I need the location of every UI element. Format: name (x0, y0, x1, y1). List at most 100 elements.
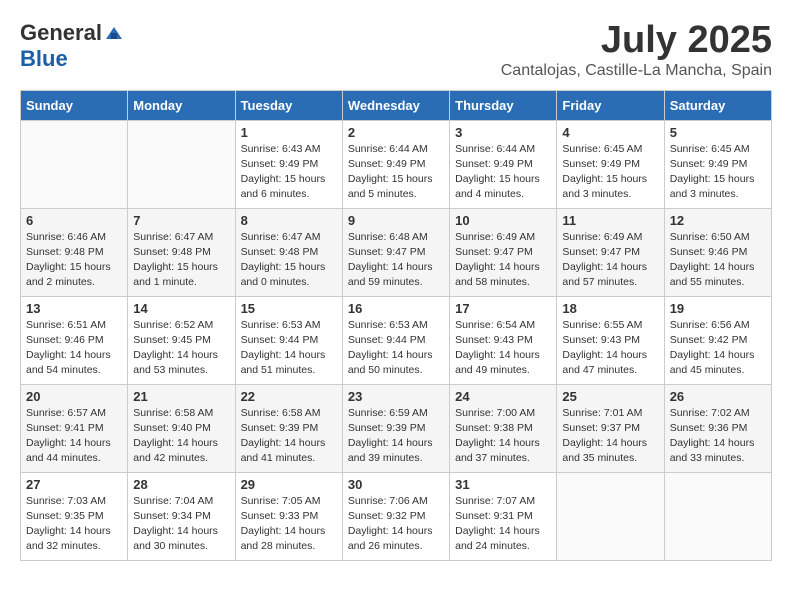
day-info: Sunrise: 6:53 AM Sunset: 9:44 PM Dayligh… (348, 318, 444, 379)
day-info: Sunrise: 7:01 AM Sunset: 9:37 PM Dayligh… (562, 406, 658, 467)
day-number: 5 (670, 125, 766, 140)
day-number: 22 (241, 389, 337, 404)
week-row-3: 13 Sunrise: 6:51 AM Sunset: 9:46 PM Dayli… (21, 296, 772, 384)
day-info: Sunrise: 6:50 AM Sunset: 9:46 PM Dayligh… (670, 230, 766, 291)
day-number: 26 (670, 389, 766, 404)
day-cell: 11 Sunrise: 6:49 AM Sunset: 9:47 PM Dayli… (557, 208, 664, 296)
day-cell: 23 Sunrise: 6:59 AM Sunset: 9:39 PM Dayli… (342, 384, 449, 472)
header-friday: Friday (557, 90, 664, 120)
logo-general: General (20, 20, 102, 46)
day-info: Sunrise: 6:45 AM Sunset: 9:49 PM Dayligh… (562, 142, 658, 203)
day-cell: 6Sunrise: 6:46 AM Sunset: 9:48 PM Daylig… (21, 208, 128, 296)
day-number: 7 (133, 213, 229, 228)
title-block: July 2025 Cantalojas, Castille-La Mancha… (501, 20, 772, 80)
day-number: 18 (562, 301, 658, 316)
day-cell: 29Sunrise: 7:05 AM Sunset: 9:33 PM Dayli… (235, 472, 342, 560)
day-number: 10 (455, 213, 551, 228)
day-cell (21, 120, 128, 208)
day-number: 30 (348, 477, 444, 492)
page-header: General Blue July 2025 Cantalojas, Casti… (20, 20, 772, 80)
day-number: 9 (348, 213, 444, 228)
day-number: 13 (26, 301, 122, 316)
day-info: Sunrise: 6:55 AM Sunset: 9:43 PM Dayligh… (562, 318, 658, 379)
day-info: Sunrise: 6:48 AM Sunset: 9:47 PM Dayligh… (348, 230, 444, 291)
day-info: Sunrise: 6:51 AM Sunset: 9:46 PM Dayligh… (26, 318, 122, 379)
header-saturday: Saturday (664, 90, 771, 120)
day-info: Sunrise: 6:49 AM Sunset: 9:47 PM Dayligh… (455, 230, 551, 291)
day-cell: 12 Sunrise: 6:50 AM Sunset: 9:46 PM Dayli… (664, 208, 771, 296)
day-number: 27 (26, 477, 122, 492)
day-info: Sunrise: 6:44 AM Sunset: 9:49 PM Dayligh… (348, 142, 444, 203)
day-number: 14 (133, 301, 229, 316)
day-info: Sunrise: 7:04 AM Sunset: 9:34 PM Dayligh… (133, 494, 229, 555)
day-info: Sunrise: 6:49 AM Sunset: 9:47 PM Dayligh… (562, 230, 658, 291)
day-number: 20 (26, 389, 122, 404)
day-cell: 10 Sunrise: 6:49 AM Sunset: 9:47 PM Dayli… (450, 208, 557, 296)
day-number: 23 (348, 389, 444, 404)
logo: General Blue (20, 20, 124, 72)
logo-icon (104, 23, 124, 43)
day-cell: 17Sunrise: 6:54 AM Sunset: 9:43 PM Dayli… (450, 296, 557, 384)
day-cell: 28 Sunrise: 7:04 AM Sunset: 9:34 PM Dayli… (128, 472, 235, 560)
day-cell: 19 Sunrise: 6:56 AM Sunset: 9:42 PM Dayli… (664, 296, 771, 384)
header-sunday: Sunday (21, 90, 128, 120)
day-info: Sunrise: 7:02 AM Sunset: 9:36 PM Dayligh… (670, 406, 766, 467)
header-tuesday: Tuesday (235, 90, 342, 120)
week-row-5: 27 Sunrise: 7:03 AM Sunset: 9:35 PM Dayli… (21, 472, 772, 560)
day-info: Sunrise: 7:03 AM Sunset: 9:35 PM Dayligh… (26, 494, 122, 555)
day-info: Sunrise: 6:58 AM Sunset: 9:40 PM Dayligh… (133, 406, 229, 467)
day-cell: 1 Sunrise: 6:43 AM Sunset: 9:49 PM Daylig… (235, 120, 342, 208)
week-row-1: 1 Sunrise: 6:43 AM Sunset: 9:49 PM Daylig… (21, 120, 772, 208)
day-info: Sunrise: 6:52 AM Sunset: 9:45 PM Dayligh… (133, 318, 229, 379)
header-row: SundayMondayTuesdayWednesdayThursdayFrid… (21, 90, 772, 120)
day-cell (664, 472, 771, 560)
day-cell: 2 Sunrise: 6:44 AM Sunset: 9:49 PM Daylig… (342, 120, 449, 208)
day-number: 29 (241, 477, 337, 492)
day-cell: 22 Sunrise: 6:58 AM Sunset: 9:39 PM Dayli… (235, 384, 342, 472)
day-number: 15 (241, 301, 337, 316)
header-monday: Monday (128, 90, 235, 120)
day-cell: 27 Sunrise: 7:03 AM Sunset: 9:35 PM Dayli… (21, 472, 128, 560)
day-info: Sunrise: 7:00 AM Sunset: 9:38 PM Dayligh… (455, 406, 551, 467)
location-title: Cantalojas, Castille-La Mancha, Spain (501, 62, 772, 80)
day-number: 11 (562, 213, 658, 228)
header-wednesday: Wednesday (342, 90, 449, 120)
day-cell: 4 Sunrise: 6:45 AM Sunset: 9:49 PM Daylig… (557, 120, 664, 208)
day-cell: 30 Sunrise: 7:06 AM Sunset: 9:32 PM Dayli… (342, 472, 449, 560)
day-number: 24 (455, 389, 551, 404)
day-number: 19 (670, 301, 766, 316)
day-cell: 21Sunrise: 6:58 AM Sunset: 9:40 PM Dayli… (128, 384, 235, 472)
day-info: Sunrise: 6:44 AM Sunset: 9:49 PM Dayligh… (455, 142, 551, 203)
day-info: Sunrise: 6:57 AM Sunset: 9:41 PM Dayligh… (26, 406, 122, 467)
day-cell: 5 Sunrise: 6:45 AM Sunset: 9:49 PM Daylig… (664, 120, 771, 208)
calendar-table: SundayMondayTuesdayWednesdayThursdayFrid… (20, 90, 772, 561)
day-number: 1 (241, 125, 337, 140)
day-number: 2 (348, 125, 444, 140)
day-number: 3 (455, 125, 551, 140)
day-info: Sunrise: 6:47 AM Sunset: 9:48 PM Dayligh… (241, 230, 337, 291)
day-info: Sunrise: 6:46 AM Sunset: 9:48 PM Dayligh… (26, 230, 122, 291)
day-number: 28 (133, 477, 229, 492)
day-info: Sunrise: 6:59 AM Sunset: 9:39 PM Dayligh… (348, 406, 444, 467)
day-number: 4 (562, 125, 658, 140)
day-cell (557, 472, 664, 560)
day-info: Sunrise: 7:07 AM Sunset: 9:31 PM Dayligh… (455, 494, 551, 555)
day-cell: 31 Sunrise: 7:07 AM Sunset: 9:31 PM Dayli… (450, 472, 557, 560)
day-number: 31 (455, 477, 551, 492)
day-cell: 20 Sunrise: 6:57 AM Sunset: 9:41 PM Dayli… (21, 384, 128, 472)
header-thursday: Thursday (450, 90, 557, 120)
logo-blue: Blue (20, 46, 68, 72)
day-info: Sunrise: 6:43 AM Sunset: 9:49 PM Dayligh… (241, 142, 337, 203)
day-info: Sunrise: 6:45 AM Sunset: 9:49 PM Dayligh… (670, 142, 766, 203)
day-cell: 26 Sunrise: 7:02 AM Sunset: 9:36 PM Dayli… (664, 384, 771, 472)
day-info: Sunrise: 6:56 AM Sunset: 9:42 PM Dayligh… (670, 318, 766, 379)
day-cell: 9 Sunrise: 6:48 AM Sunset: 9:47 PM Daylig… (342, 208, 449, 296)
day-info: Sunrise: 7:06 AM Sunset: 9:32 PM Dayligh… (348, 494, 444, 555)
day-number: 25 (562, 389, 658, 404)
day-number: 12 (670, 213, 766, 228)
month-title: July 2025 (501, 20, 772, 62)
day-info: Sunrise: 6:53 AM Sunset: 9:44 PM Dayligh… (241, 318, 337, 379)
day-info: Sunrise: 6:58 AM Sunset: 9:39 PM Dayligh… (241, 406, 337, 467)
day-cell: 13 Sunrise: 6:51 AM Sunset: 9:46 PM Dayli… (21, 296, 128, 384)
day-cell: 14 Sunrise: 6:52 AM Sunset: 9:45 PM Dayli… (128, 296, 235, 384)
